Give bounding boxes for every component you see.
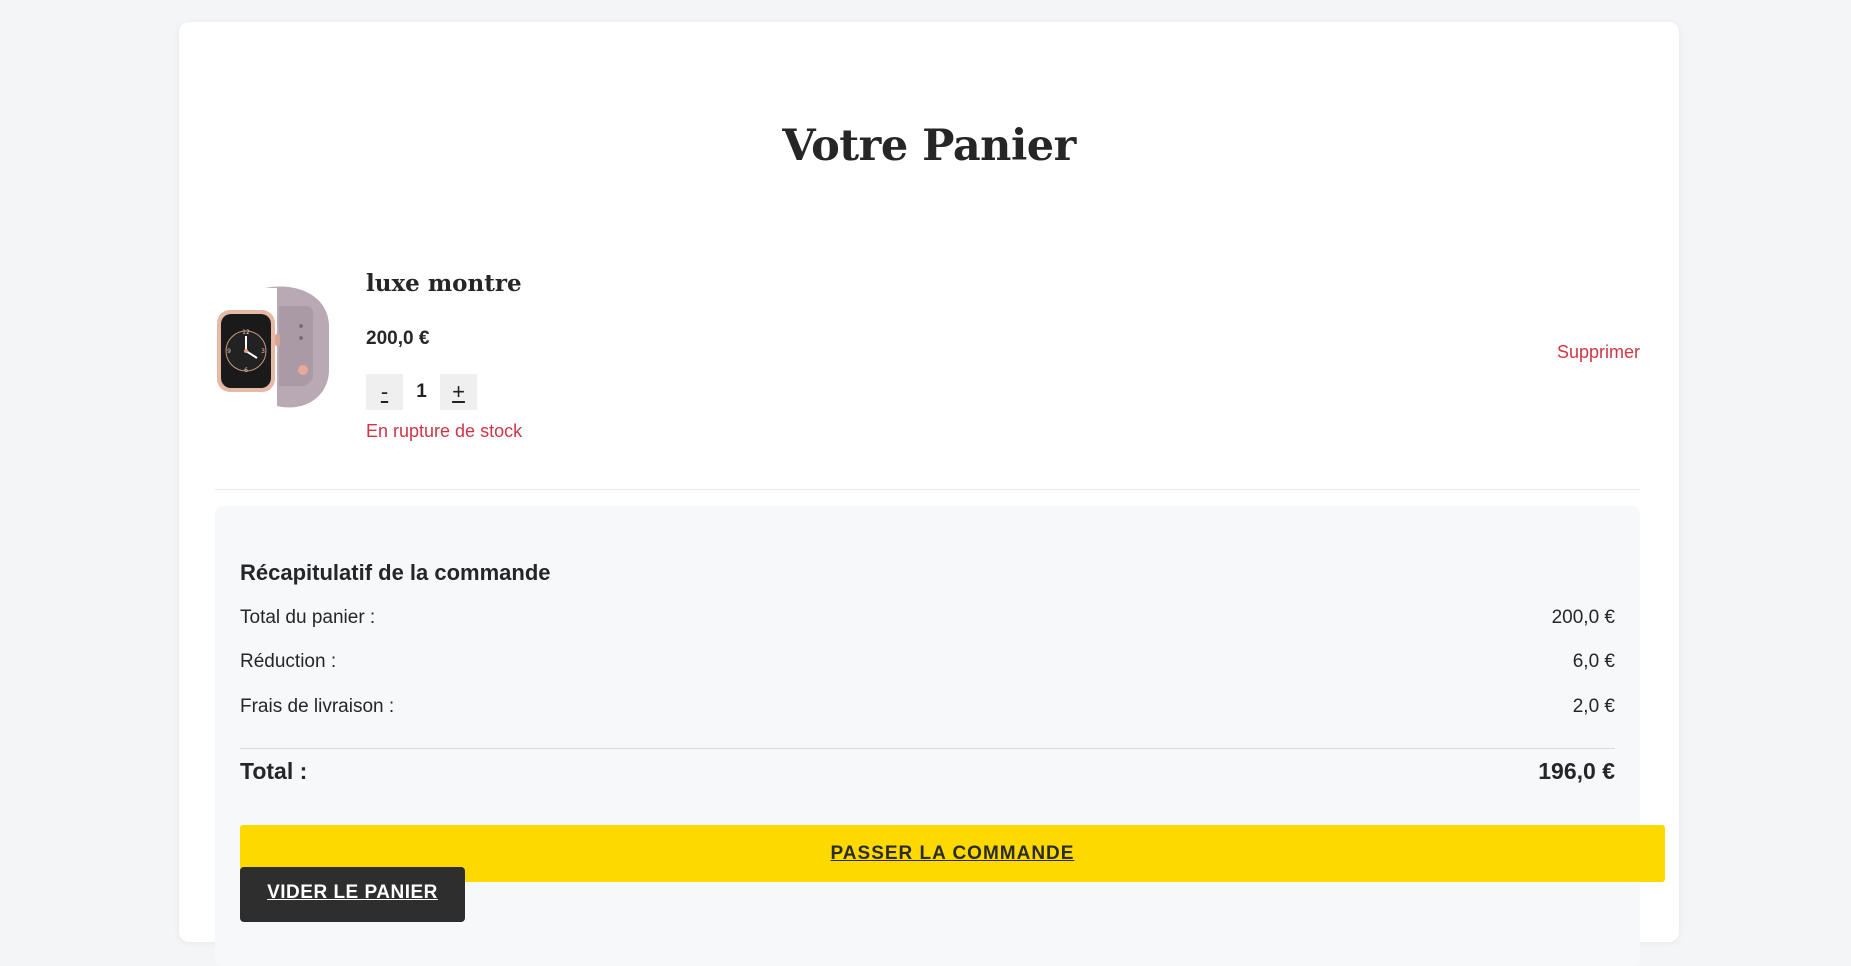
summary-row-total: Total : 196,0 €	[240, 758, 1615, 785]
summary-row-label: Réduction :	[240, 651, 337, 672]
summary-row-discount: Réduction : 6,0 €	[240, 651, 1615, 673]
svg-text:3: 3	[261, 348, 265, 355]
svg-text:12: 12	[242, 329, 250, 336]
summary-row-value: 2,0 €	[1572, 696, 1615, 717]
total-label: Total :	[240, 758, 308, 784]
summary-row-value: 200,0 €	[1551, 607, 1615, 628]
clear-cart-button[interactable]: VIDER LE PANIER	[240, 867, 465, 922]
product-name[interactable]: luxe montre	[366, 270, 522, 297]
svg-text:6: 6	[244, 367, 248, 374]
summary-row-subtotal: Total du panier : 200,0 €	[240, 607, 1615, 629]
quantity-value: 1	[416, 381, 427, 402]
product-price: 200,0 €	[366, 328, 430, 349]
svg-text:9: 9	[227, 348, 231, 355]
remove-item-link[interactable]: Supprimer	[1557, 342, 1640, 363]
stock-status: En rupture de stock	[366, 421, 523, 441]
page-title: Votre Panier	[782, 121, 1076, 171]
summary-row-shipping: Frais de livraison : 2,0 €	[240, 696, 1615, 718]
summary-row-value: 6,0 €	[1572, 651, 1615, 672]
cart-card: Votre Panier 12 3 6 9 luxe montre 200,0 …	[179, 22, 1679, 966]
summary-divider	[240, 748, 1615, 749]
quantity-stepper: - 1 +	[366, 374, 477, 410]
cart-item: 12 3 6 9 luxe montre 200,0 € - 1 + En ru…	[215, 252, 1640, 490]
product-image[interactable]: 12 3 6 9	[215, 284, 333, 410]
total-value: 196,0 €	[1538, 758, 1615, 784]
summary-row-label: Total du panier :	[240, 607, 376, 628]
summary-title: Récapitulatif de la commande	[240, 560, 551, 585]
order-summary: Récapitulatif de la commande Total du pa…	[215, 506, 1665, 966]
decrement-button[interactable]: -	[366, 374, 403, 410]
increment-button[interactable]: +	[440, 374, 477, 410]
summary-row-label: Frais de livraison :	[240, 696, 395, 717]
